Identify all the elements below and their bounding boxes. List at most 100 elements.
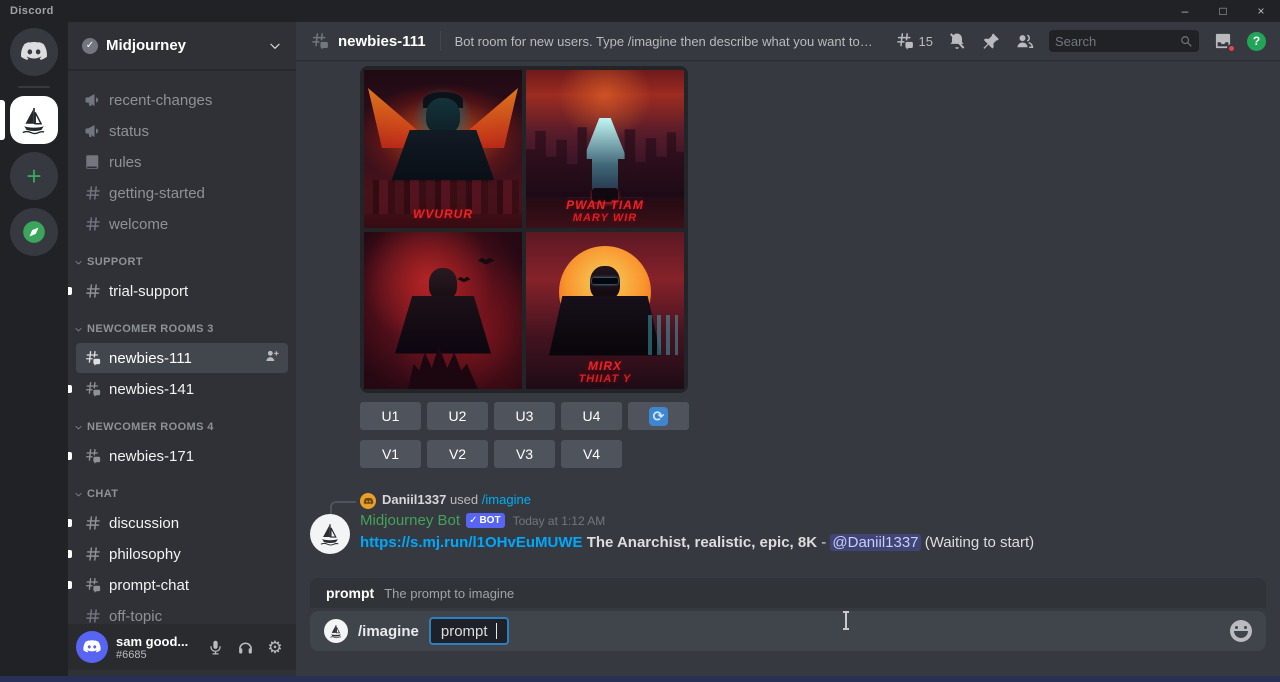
channel-discussion[interactable]: discussion bbox=[76, 508, 288, 538]
channel-welcome[interactable]: welcome bbox=[76, 209, 288, 239]
maximize-button[interactable]: □ bbox=[1204, 0, 1242, 22]
emoji-picker-button[interactable] bbox=[1230, 620, 1252, 642]
user-settings-button[interactable]: ⚙ bbox=[262, 634, 288, 660]
channel-philosophy[interactable]: philosophy bbox=[76, 539, 288, 569]
home-button[interactable] bbox=[10, 28, 58, 76]
u2-button[interactable]: U2 bbox=[427, 402, 488, 430]
badge-check-icon: ✓ bbox=[469, 514, 477, 527]
help-button[interactable]: ? bbox=[1247, 32, 1266, 51]
thread-count: 15 bbox=[919, 34, 933, 49]
category-newcomer-rooms-4[interactable]: NEWCOMER ROOMS 4 bbox=[68, 414, 296, 440]
v2-button[interactable]: V2 bbox=[427, 440, 488, 468]
command-reference[interactable]: Daniil1337 used /imagine bbox=[382, 492, 531, 507]
channel-label: recent-changes bbox=[109, 92, 212, 109]
channel-newbies-111[interactable]: newbies-111 bbox=[76, 343, 288, 373]
user-avatar[interactable] bbox=[76, 631, 108, 663]
unread-indicator bbox=[68, 287, 72, 295]
user-mention[interactable]: @Daniil1337 bbox=[830, 534, 920, 551]
category-newcomer-rooms-3[interactable]: NEWCOMER ROOMS 3 bbox=[68, 316, 296, 342]
slash-command-popup[interactable]: prompt The prompt to imagine bbox=[310, 578, 1266, 608]
channel-getting-started[interactable]: getting-started bbox=[76, 178, 288, 208]
inbox-button[interactable] bbox=[1213, 31, 1233, 51]
generated-image-1[interactable]: WVURUR bbox=[364, 70, 522, 228]
close-button[interactable]: × bbox=[1242, 0, 1280, 22]
unread-indicator bbox=[68, 385, 72, 393]
channel-topic[interactable]: Bot room for new users. Type /imagine th… bbox=[455, 34, 875, 49]
server-icon-midjourney[interactable] bbox=[10, 96, 58, 144]
sailboat-icon bbox=[18, 104, 50, 136]
generated-image-2[interactable]: PWAN TIAM MARY WIR bbox=[526, 70, 684, 228]
chevron-down-icon bbox=[74, 258, 83, 267]
channel-label: newbies-171 bbox=[109, 448, 194, 465]
channel-sidebar: ✓ Midjourney recent-changes status rules… bbox=[68, 22, 296, 676]
category-support[interactable]: SUPPORT bbox=[68, 249, 296, 275]
reroll-button[interactable]: ⟳ bbox=[628, 402, 689, 430]
u4-button[interactable]: U4 bbox=[561, 402, 622, 430]
reply-author-avatar[interactable] bbox=[360, 493, 376, 509]
add-server-button[interactable]: + bbox=[10, 152, 58, 200]
channel-recent-changes[interactable]: recent-changes bbox=[76, 85, 288, 115]
rules-icon bbox=[84, 153, 102, 171]
channel-rules[interactable]: rules bbox=[76, 147, 288, 177]
hash-chat-icon bbox=[310, 31, 330, 51]
channel-newbies-141[interactable]: newbies-141 bbox=[76, 374, 288, 404]
explore-servers-button[interactable] bbox=[10, 208, 58, 256]
message-timestamp: Today at 1:12 AM bbox=[513, 514, 606, 528]
server-name: Midjourney bbox=[106, 37, 260, 54]
create-invite-button[interactable] bbox=[264, 348, 280, 369]
chevron-down-icon bbox=[268, 39, 282, 53]
reroll-icon: ⟳ bbox=[649, 407, 668, 426]
verified-badge-icon: ✓ bbox=[82, 38, 98, 54]
window-controls: – □ × bbox=[1166, 0, 1280, 22]
server-header[interactable]: ✓ Midjourney bbox=[68, 22, 296, 70]
title-bar: Discord – □ × bbox=[0, 0, 1280, 22]
message-link[interactable]: https://s.mj.run/l1OHvEuMUWE bbox=[360, 534, 583, 551]
hash-chat-icon bbox=[895, 31, 915, 51]
compass-icon bbox=[21, 219, 47, 245]
notification-settings-button[interactable] bbox=[947, 31, 967, 51]
search-input[interactable]: Search bbox=[1049, 30, 1199, 52]
headphones-icon bbox=[237, 639, 254, 656]
hash-chat-icon bbox=[84, 349, 102, 367]
user-meta[interactable]: sam good... #6685 bbox=[116, 634, 194, 661]
message-dash: - bbox=[821, 534, 826, 551]
upscale-button-row: U1 U2 U3 U4 ⟳ bbox=[360, 402, 689, 430]
channel-status[interactable]: status bbox=[76, 116, 288, 146]
channel-prompt-chat[interactable]: prompt-chat bbox=[76, 570, 288, 600]
threads-button[interactable]: 15 bbox=[895, 31, 933, 51]
unread-indicator bbox=[68, 519, 72, 527]
channel-trial-support[interactable]: trial-support bbox=[76, 276, 288, 306]
channel-label: discussion bbox=[109, 515, 179, 532]
art-caption: PWAN TIAM bbox=[526, 199, 684, 212]
minimize-button[interactable]: – bbox=[1166, 0, 1204, 22]
category-chat[interactable]: CHAT bbox=[68, 481, 296, 507]
u1-button[interactable]: U1 bbox=[360, 402, 421, 430]
chevron-down-icon bbox=[74, 490, 83, 499]
generated-image-4[interactable]: MIRX THIIAT Y bbox=[526, 232, 684, 390]
mute-mic-button[interactable] bbox=[202, 634, 228, 660]
plus-icon: + bbox=[26, 163, 41, 189]
reply-author-name[interactable]: Daniil1337 bbox=[382, 492, 446, 507]
art-shape bbox=[395, 296, 491, 354]
bot-username[interactable]: Midjourney Bot bbox=[360, 512, 460, 529]
v4-button[interactable]: V4 bbox=[561, 440, 622, 468]
art-shape bbox=[426, 98, 460, 134]
discord-logo-icon bbox=[82, 637, 102, 657]
prompt-option-input[interactable]: prompt bbox=[429, 617, 509, 645]
generated-image-3[interactable] bbox=[364, 232, 522, 390]
v3-button[interactable]: V3 bbox=[494, 440, 555, 468]
user-panel: sam good... #6685 ⚙ bbox=[68, 624, 296, 670]
v1-button[interactable]: V1 bbox=[360, 440, 421, 468]
sailboat-icon bbox=[328, 623, 344, 639]
channel-newbies-171[interactable]: newbies-171 bbox=[76, 441, 288, 471]
bot-avatar[interactable] bbox=[310, 514, 350, 554]
discord-window: Discord – □ × + ✓ Midjourney bbox=[0, 0, 1280, 682]
reply-command-link[interactable]: /imagine bbox=[482, 492, 531, 507]
badge-label: BOT bbox=[479, 514, 500, 527]
channel-off-topic[interactable]: off-topic bbox=[76, 601, 288, 624]
deafen-button[interactable] bbox=[232, 634, 258, 660]
member-list-button[interactable] bbox=[1015, 31, 1035, 51]
message-composer[interactable]: /imagine prompt bbox=[310, 611, 1266, 651]
pinned-messages-button[interactable] bbox=[981, 31, 1001, 51]
u3-button[interactable]: U3 bbox=[494, 402, 555, 430]
